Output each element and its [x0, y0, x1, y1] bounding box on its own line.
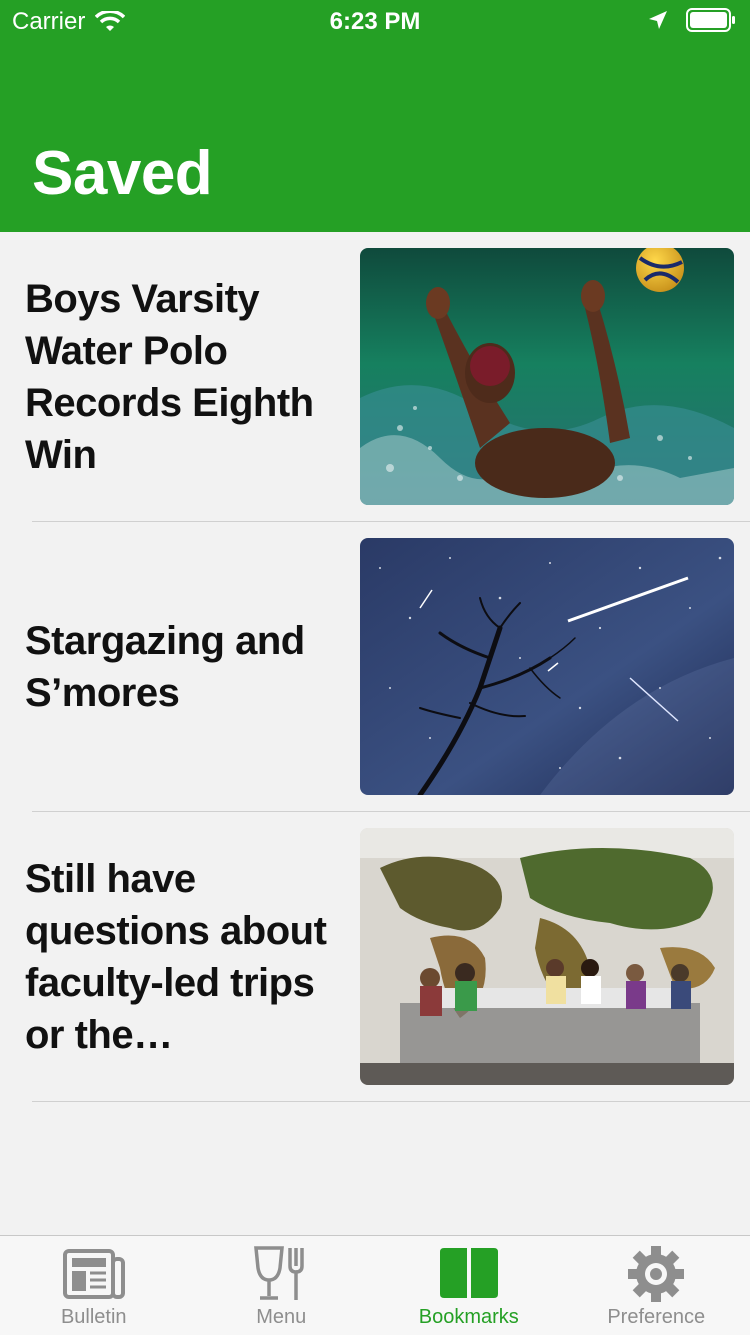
tab-bookmarks[interactable]: Bookmarks — [375, 1236, 563, 1335]
tab-label: Bookmarks — [419, 1306, 519, 1329]
tab-label: Preference — [607, 1306, 705, 1329]
location-arrow-icon — [648, 10, 668, 30]
tab-menu[interactable]: Menu — [188, 1236, 376, 1335]
tab-preference[interactable]: Preference — [563, 1236, 750, 1335]
article-row[interactable]: Still have questions about faculty-led t… — [0, 812, 750, 1102]
status-bar: Carrier 6:23 PM — [0, 0, 750, 40]
newspaper-icon — [63, 1246, 125, 1302]
night-sky-photo — [360, 538, 734, 795]
article-row[interactable]: Boys Varsity Water Polo Records Eighth W… — [0, 232, 750, 522]
tab-label: Menu — [256, 1306, 306, 1329]
classroom-world-map-photo — [360, 828, 734, 1085]
gear-icon — [627, 1246, 685, 1302]
article-title: Stargazing and S’mores — [25, 522, 345, 811]
article-title: Boys Varsity Water Polo Records Eighth W… — [25, 232, 345, 521]
book-icon — [438, 1246, 500, 1302]
saved-articles-list: Boys Varsity Water Polo Records Eighth W… — [0, 232, 750, 1102]
clock: 6:23 PM — [0, 8, 750, 36]
article-row[interactable]: Stargazing and S’mores — [0, 522, 750, 812]
page-title: Saved — [32, 138, 212, 209]
status-right — [648, 8, 736, 32]
tab-bar: Bulletin Menu Bookmarks — [0, 1235, 750, 1335]
water-polo-photo — [360, 248, 734, 505]
article-title: Still have questions about faculty-led t… — [25, 812, 345, 1101]
tab-label: Bulletin — [61, 1306, 127, 1329]
tab-bulletin[interactable]: Bulletin — [0, 1236, 188, 1335]
fork-glass-icon — [252, 1246, 310, 1302]
battery-icon — [686, 8, 736, 32]
